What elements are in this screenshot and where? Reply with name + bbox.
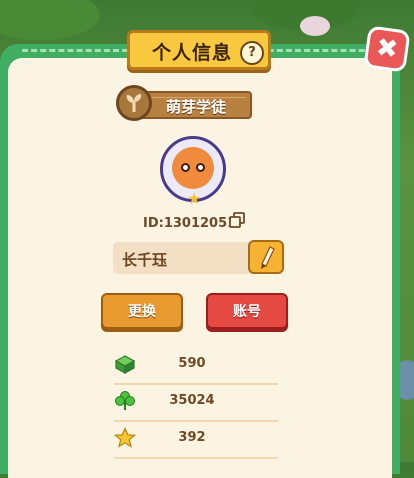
grass-block-icon — [114, 355, 136, 375]
help-icon[interactable]: ? — [240, 41, 264, 65]
clover-icon — [115, 391, 135, 410]
change-button[interactable]: 更换 — [101, 293, 183, 329]
player-id: ID:13012051 — [143, 216, 237, 231]
stat-value: 392 — [178, 430, 206, 445]
stat-row-clover: 35024 — [114, 384, 278, 422]
stat-row-grass: 590 — [114, 347, 278, 385]
avatar-eye — [181, 163, 190, 172]
close-icon: ✖ — [374, 32, 400, 66]
player-name-field: 长千珏 — [113, 242, 253, 274]
sprout-glyph — [126, 94, 142, 112]
pencil-icon — [261, 246, 275, 269]
edit-name-button[interactable] — [248, 240, 284, 274]
sprout-icon — [116, 85, 152, 121]
stat-value: 35024 — [169, 393, 215, 408]
panel-title: 个人信息 — [152, 42, 233, 64]
stat-value: 590 — [178, 356, 206, 371]
avatar[interactable]: ★ — [160, 136, 226, 208]
close-button[interactable]: ✖ — [363, 25, 411, 73]
rank-label: 萌芽学徒 — [166, 98, 227, 116]
avatar-eye — [196, 163, 205, 172]
background-foliage — [0, 0, 100, 40]
panel-title-tab: 个人信息 ? — [127, 30, 271, 70]
account-button[interactable]: 账号 — [206, 293, 288, 329]
copy-icon[interactable] — [229, 212, 245, 228]
player-name: 长千珏 — [122, 251, 168, 269]
background-decor — [300, 16, 330, 36]
copy-glyph — [229, 212, 245, 228]
avatar-star-icon: ★ — [187, 189, 202, 208]
stat-row-star: 392 — [114, 421, 278, 459]
star-icon — [114, 427, 136, 448]
fox-avatar-icon — [172, 147, 214, 189]
rank-plate: 萌芽学徒 — [138, 91, 252, 119]
